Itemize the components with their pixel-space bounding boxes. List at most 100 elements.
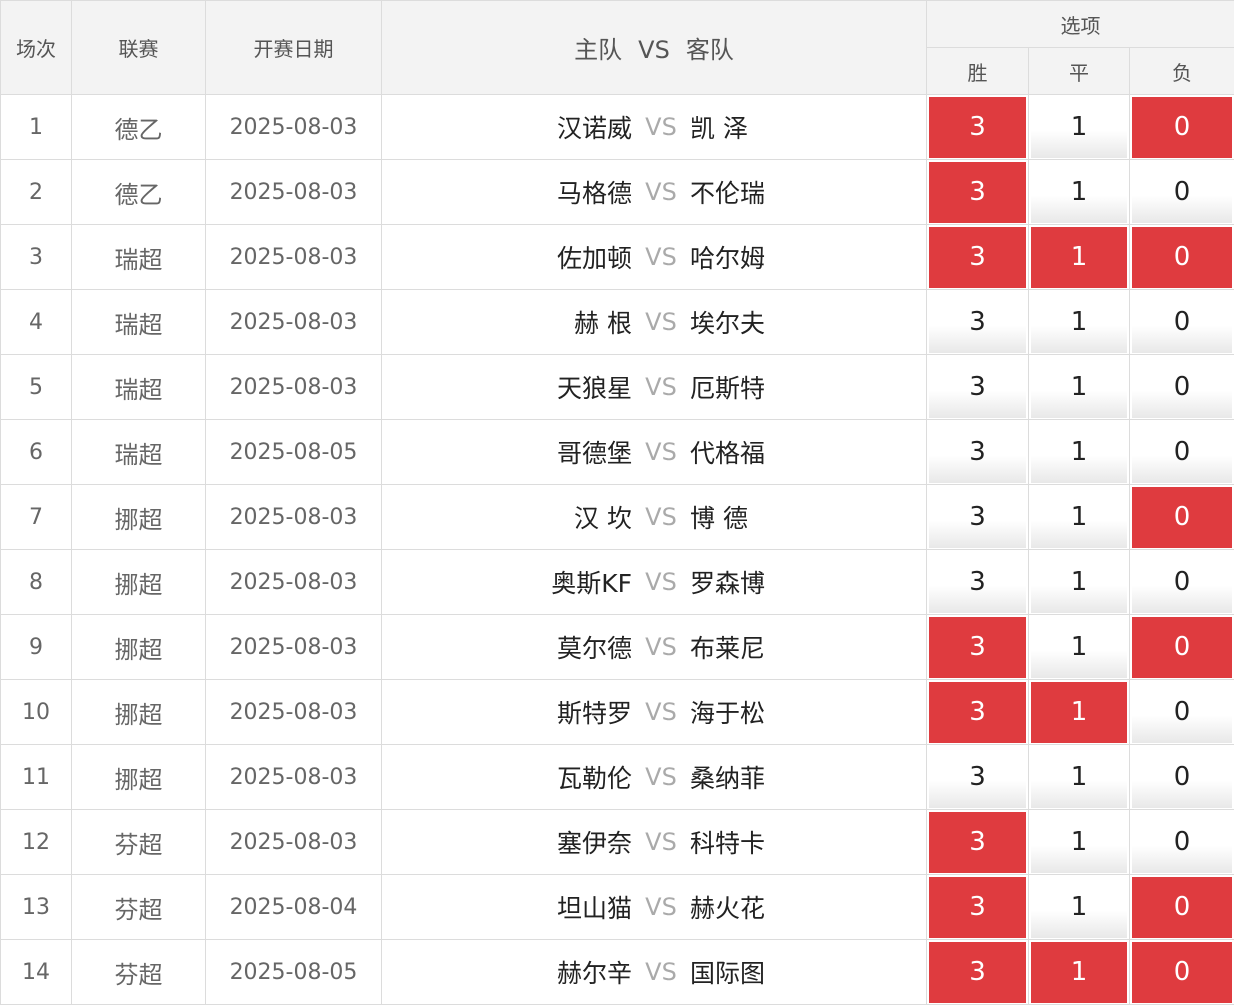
option-draw-button-cell: 1 xyxy=(1028,94,1130,160)
match-index: 8 xyxy=(0,549,72,615)
option-win-button[interactable]: 3 xyxy=(929,486,1026,548)
header-home: 主队 xyxy=(574,36,623,64)
option-win-button[interactable]: 3 xyxy=(929,616,1026,678)
option-win-button-cell: 3 xyxy=(926,679,1029,745)
option-win-button-cell: 3 xyxy=(926,159,1029,225)
match-date: 2025-08-03 xyxy=(205,224,382,290)
option-win-button[interactable]: 3 xyxy=(929,876,1026,938)
option-win-button[interactable]: 3 xyxy=(929,291,1026,353)
option-draw-button-cell: 1 xyxy=(1028,419,1130,485)
header-league: 联赛 xyxy=(71,0,206,95)
option-lose-button[interactable]: 0 xyxy=(1132,616,1233,678)
option-draw-button[interactable]: 1 xyxy=(1031,96,1127,158)
option-win-button-cell: 3 xyxy=(926,224,1029,290)
match-teams: 汉诺威 VS 凯 泽 xyxy=(381,94,927,160)
option-lose-button[interactable]: 0 xyxy=(1132,681,1233,743)
option-win-button[interactable]: 3 xyxy=(929,161,1026,223)
option-win-button[interactable]: 3 xyxy=(929,421,1026,483)
table-row: 11 挪超 2025-08-03 瓦勒伦 VS 桑纳菲 3 1 0 xyxy=(0,744,1234,810)
away-team: 哈尔姆 xyxy=(690,244,766,273)
option-draw-button[interactable]: 1 xyxy=(1031,876,1127,938)
league-name: 芬超 xyxy=(71,939,206,1005)
option-win-button[interactable]: 3 xyxy=(929,226,1026,288)
option-lose-button[interactable]: 0 xyxy=(1132,421,1233,483)
match-index: 3 xyxy=(0,224,72,290)
league-name: 瑞超 xyxy=(71,354,206,420)
vs-label: VS xyxy=(645,113,677,141)
option-lose-button-cell: 0 xyxy=(1128,549,1234,615)
option-draw-button[interactable]: 1 xyxy=(1031,746,1127,808)
match-teams: 赫 根 VS 埃尔夫 xyxy=(381,289,927,355)
header-opt-lose: 负 xyxy=(1128,47,1234,95)
option-lose-button-cell: 0 xyxy=(1128,679,1234,745)
option-draw-button-cell: 1 xyxy=(1028,224,1130,290)
match-teams: 赫尔辛 VS 国际图 xyxy=(381,939,927,1005)
option-draw-button[interactable]: 1 xyxy=(1031,421,1127,483)
option-lose-button[interactable]: 0 xyxy=(1132,96,1233,158)
vs-label: VS xyxy=(645,763,677,791)
option-lose-button-cell: 0 xyxy=(1128,354,1234,420)
away-team: 罗森博 xyxy=(690,569,766,598)
option-lose-button[interactable]: 0 xyxy=(1132,356,1233,418)
option-lose-button[interactable]: 0 xyxy=(1132,811,1233,873)
home-team: 塞伊奈 xyxy=(556,829,632,858)
option-win-button[interactable]: 3 xyxy=(929,941,1026,1003)
header-index: 场次 xyxy=(0,0,72,95)
league-name: 挪超 xyxy=(71,484,206,550)
option-win-button[interactable]: 3 xyxy=(929,356,1026,418)
option-win-button[interactable]: 3 xyxy=(929,551,1026,613)
option-draw-button[interactable]: 1 xyxy=(1031,486,1127,548)
match-teams: 天狼星 VS 厄斯特 xyxy=(381,354,927,420)
away-team: 不伦瑞 xyxy=(690,179,766,208)
home-team: 天狼星 xyxy=(556,374,632,403)
table-row: 8 挪超 2025-08-03 奥斯KF VS 罗森博 3 1 0 xyxy=(0,549,1234,615)
option-lose-button[interactable]: 0 xyxy=(1132,746,1233,808)
option-lose-button-cell: 0 xyxy=(1128,809,1234,875)
vs-label: VS xyxy=(645,568,677,596)
option-win-button[interactable]: 3 xyxy=(929,746,1026,808)
option-win-button[interactable]: 3 xyxy=(929,811,1026,873)
league-name: 瑞超 xyxy=(71,289,206,355)
option-draw-button[interactable]: 1 xyxy=(1031,551,1127,613)
league-name: 瑞超 xyxy=(71,419,206,485)
match-index: 11 xyxy=(0,744,72,810)
option-draw-button[interactable]: 1 xyxy=(1031,356,1127,418)
away-team: 厄斯特 xyxy=(690,374,766,403)
table-row: 10 挪超 2025-08-03 斯特罗 VS 海于松 3 1 0 xyxy=(0,679,1234,745)
option-lose-button[interactable]: 0 xyxy=(1132,226,1233,288)
option-lose-button[interactable]: 0 xyxy=(1132,161,1233,223)
option-draw-button[interactable]: 1 xyxy=(1031,681,1127,743)
header-date: 开赛日期 xyxy=(205,0,382,95)
option-lose-button[interactable]: 0 xyxy=(1132,551,1233,613)
match-index: 10 xyxy=(0,679,72,745)
match-teams: 瓦勒伦 VS 桑纳菲 xyxy=(381,744,927,810)
option-lose-button-cell: 0 xyxy=(1128,289,1234,355)
option-win-button-cell: 3 xyxy=(926,289,1029,355)
option-draw-button[interactable]: 1 xyxy=(1031,226,1127,288)
match-index: 1 xyxy=(0,94,72,160)
option-draw-button[interactable]: 1 xyxy=(1031,291,1127,353)
option-lose-button[interactable]: 0 xyxy=(1132,486,1233,548)
vs-label: VS xyxy=(645,633,677,661)
match-date: 2025-08-03 xyxy=(205,744,382,810)
option-win-button[interactable]: 3 xyxy=(929,96,1026,158)
option-lose-button[interactable]: 0 xyxy=(1132,876,1233,938)
match-teams: 马格德 VS 不伦瑞 xyxy=(381,159,927,225)
match-table: 场次 联赛 开赛日期 主队 VS 客队 选项 胜 平 负 1 德乙 2025-08-03… xyxy=(0,0,1234,1005)
option-win-button[interactable]: 3 xyxy=(929,681,1026,743)
option-lose-button[interactable]: 0 xyxy=(1132,291,1233,353)
option-draw-button[interactable]: 1 xyxy=(1031,616,1127,678)
option-draw-button-cell: 1 xyxy=(1028,614,1130,680)
match-index: 7 xyxy=(0,484,72,550)
option-lose-button[interactable]: 0 xyxy=(1132,941,1233,1003)
match-index: 14 xyxy=(0,939,72,1005)
away-team: 桑纳菲 xyxy=(690,764,766,793)
option-draw-button[interactable]: 1 xyxy=(1031,811,1127,873)
option-draw-button[interactable]: 1 xyxy=(1031,161,1127,223)
option-draw-button[interactable]: 1 xyxy=(1031,941,1127,1003)
home-team: 马格德 xyxy=(556,179,632,208)
home-team: 赫尔辛 xyxy=(556,959,632,988)
league-name: 挪超 xyxy=(71,549,206,615)
league-name: 挪超 xyxy=(71,679,206,745)
table-row: 13 芬超 2025-08-04 坦山猫 VS 赫火花 3 1 0 xyxy=(0,874,1234,940)
